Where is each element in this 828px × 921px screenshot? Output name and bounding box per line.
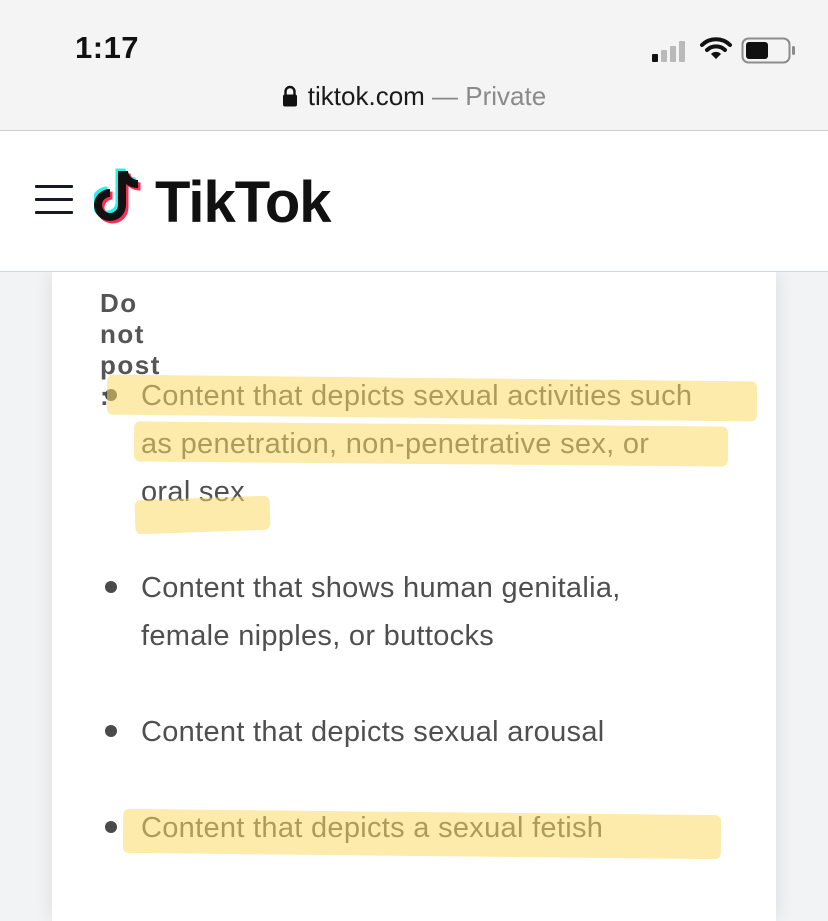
wifi-icon xyxy=(700,36,732,67)
site-header: TikTok xyxy=(0,131,828,272)
list-bullet xyxy=(105,821,117,833)
list-item-line: as penetration, non-penetrative sex, or xyxy=(141,428,650,460)
list-bullet xyxy=(105,725,117,737)
list-item-line: Content that depicts sexual activities s… xyxy=(141,380,693,412)
list-item-line: female nipples, or buttocks xyxy=(141,620,495,652)
lock-icon xyxy=(282,82,298,114)
list-bullet xyxy=(105,389,117,401)
list-item: Content that shows human genitalia, fema… xyxy=(141,564,761,660)
address-bar[interactable]: tiktok.com — Private xyxy=(0,80,828,114)
private-mode-label: Private xyxy=(465,81,547,111)
list-item-line: Content that depicts a sexual fetish xyxy=(141,812,604,844)
hamburger-menu-icon[interactable] xyxy=(35,185,73,215)
address-separator: — xyxy=(424,81,466,111)
battery-icon xyxy=(741,37,797,70)
list-item: Content that depicts a sexual fetish xyxy=(141,804,761,852)
list-item: Content that depicts sexual arousal xyxy=(141,708,761,756)
list-bullet xyxy=(105,581,117,593)
list-item: Content that depicts sexual activities s… xyxy=(141,372,761,516)
list-item-line: Content that shows human genitalia, xyxy=(141,572,621,604)
status-time: 1:17 xyxy=(75,30,140,65)
tiktok-wordmark[interactable]: TikTok xyxy=(155,171,332,235)
tiktok-logo-icon[interactable] xyxy=(91,165,150,232)
list-item-line: Content that depicts sexual arousal xyxy=(141,716,605,748)
cellular-signal-icon xyxy=(652,40,692,62)
list-item-line: oral sex xyxy=(141,476,245,508)
browser-status-area: 1:17 tiktok.com — Private xyxy=(0,0,828,131)
address-domain: tiktok.com xyxy=(307,81,425,111)
